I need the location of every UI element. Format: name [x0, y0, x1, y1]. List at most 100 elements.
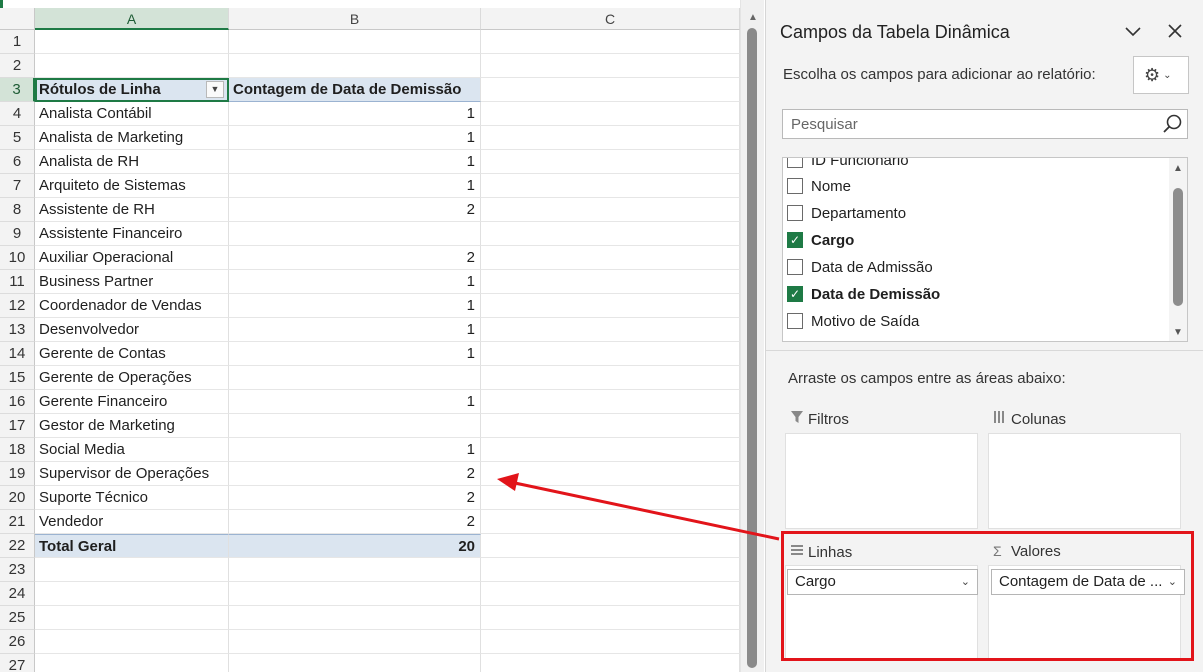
pivot-row-value[interactable]: 1	[229, 294, 481, 318]
columns-drop-area[interactable]	[988, 433, 1181, 529]
pivot-row-value[interactable]: 1	[229, 126, 481, 150]
pivot-row-value[interactable]: 1	[229, 438, 481, 462]
pivot-row-label[interactable]: Auxiliar Operacional	[35, 246, 229, 270]
scroll-up-icon[interactable]: ▲	[748, 12, 758, 23]
row-header[interactable]: 5	[0, 126, 35, 150]
field-checkbox-checked[interactable]: ✓	[787, 232, 803, 248]
pivot-row-label[interactable]: Analista de RH	[35, 150, 229, 174]
cell-a[interactable]	[35, 630, 229, 654]
pivot-row-label[interactable]: Vendedor	[35, 510, 229, 534]
tools-gear-button[interactable]: ⚙ ⌄	[1133, 56, 1189, 94]
cell-c[interactable]	[481, 438, 740, 462]
cell-c[interactable]	[481, 630, 740, 654]
cell-c[interactable]	[481, 102, 740, 126]
pivot-row-label[interactable]: Supervisor de Operações	[35, 462, 229, 486]
sheet-vertical-scrollbar[interactable]: ▲	[740, 0, 764, 672]
row-header[interactable]: 19	[0, 462, 35, 486]
scroll-down-icon[interactable]: ▼	[1173, 327, 1183, 338]
row-header[interactable]: 4	[0, 102, 35, 126]
pivot-row-label[interactable]: Social Media	[35, 438, 229, 462]
field-list-scrollbar[interactable]: ▲ ▼	[1169, 158, 1187, 341]
field-checkbox[interactable]	[787, 313, 803, 329]
row-header[interactable]: 23	[0, 558, 35, 582]
pivot-row-label[interactable]: Desenvolvedor	[35, 318, 229, 342]
cell-c[interactable]	[481, 198, 740, 222]
cell-c[interactable]	[481, 270, 740, 294]
cell-c[interactable]	[481, 486, 740, 510]
field-checkbox[interactable]	[787, 259, 803, 275]
cell-c[interactable]	[481, 654, 740, 672]
cell-c[interactable]	[481, 366, 740, 390]
pivot-row-value[interactable]: 1	[229, 150, 481, 174]
column-header-c[interactable]: C	[481, 8, 740, 30]
row-header[interactable]: 21	[0, 510, 35, 534]
pivot-total-label[interactable]: Total Geral	[35, 534, 229, 558]
search-icon[interactable]	[1162, 113, 1184, 135]
row-header[interactable]: 27	[0, 654, 35, 672]
filters-drop-area[interactable]	[785, 433, 978, 529]
cell-c[interactable]	[481, 150, 740, 174]
pivot-row-value[interactable]: 2	[229, 462, 481, 486]
row-header[interactable]: 9	[0, 222, 35, 246]
pivot-row-labels-header[interactable]: Rótulos de Linha ▼	[35, 78, 229, 102]
column-header-a[interactable]: A	[35, 8, 229, 30]
scrollbar-thumb[interactable]	[1173, 188, 1183, 306]
pivot-row-label[interactable]: Gestor de Marketing	[35, 414, 229, 438]
scrollbar-thumb[interactable]	[747, 28, 757, 668]
row-header[interactable]: 6	[0, 150, 35, 174]
cell-c[interactable]	[481, 342, 740, 366]
row-header[interactable]: 12	[0, 294, 35, 318]
row-header[interactable]: 11	[0, 270, 35, 294]
cell-c[interactable]	[481, 54, 740, 78]
cell-b[interactable]	[229, 54, 481, 78]
pivot-row-value[interactable]: 2	[229, 486, 481, 510]
row-header[interactable]: 8	[0, 198, 35, 222]
pivot-row-label[interactable]: Gerente de Contas	[35, 342, 229, 366]
select-all-corner[interactable]	[0, 8, 35, 30]
row-header[interactable]: 16	[0, 390, 35, 414]
search-input[interactable]	[782, 109, 1188, 139]
row-header[interactable]: 1	[0, 30, 35, 54]
pivot-row-value[interactable]: 1	[229, 342, 481, 366]
cell-c[interactable]	[481, 582, 740, 606]
cell-a[interactable]	[35, 582, 229, 606]
row-header[interactable]: 3	[0, 78, 35, 102]
cell-a[interactable]	[35, 54, 229, 78]
pivot-row-value[interactable]: 1	[229, 174, 481, 198]
cell-c[interactable]	[481, 510, 740, 534]
row-header[interactable]: 14	[0, 342, 35, 366]
row-header[interactable]: 13	[0, 318, 35, 342]
cell-c[interactable]	[481, 78, 740, 102]
row-header[interactable]: 10	[0, 246, 35, 270]
cell-c[interactable]	[481, 414, 740, 438]
pivot-row-value[interactable]	[229, 366, 481, 390]
scroll-up-icon[interactable]: ▲	[1173, 163, 1183, 174]
pivot-row-label[interactable]: Coordenador de Vendas	[35, 294, 229, 318]
cell-c[interactable]	[481, 318, 740, 342]
cell-a[interactable]	[35, 654, 229, 672]
row-header[interactable]: 15	[0, 366, 35, 390]
cell-b[interactable]	[229, 606, 481, 630]
pivot-row-value[interactable]: 2	[229, 198, 481, 222]
cell-c[interactable]	[481, 606, 740, 630]
pivot-row-value[interactable]: 1	[229, 102, 481, 126]
filter-dropdown-icon[interactable]: ▼	[206, 81, 224, 98]
row-header[interactable]: 7	[0, 174, 35, 198]
pivot-row-label[interactable]: Gerente de Operações	[35, 366, 229, 390]
row-header[interactable]: 26	[0, 630, 35, 654]
cell-a[interactable]	[35, 606, 229, 630]
pivot-row-label[interactable]: Business Partner	[35, 270, 229, 294]
cell-c[interactable]	[481, 558, 740, 582]
pivot-value-header[interactable]: Contagem de Data de Demissão	[229, 78, 481, 102]
pivot-row-value[interactable]: 2	[229, 246, 481, 270]
field-checkbox[interactable]	[787, 178, 803, 194]
cell-a[interactable]	[35, 558, 229, 582]
cell-c[interactable]	[481, 294, 740, 318]
row-header[interactable]: 25	[0, 606, 35, 630]
close-icon[interactable]	[1166, 20, 1184, 46]
cell-c[interactable]	[481, 126, 740, 150]
pivot-row-value[interactable]: 1	[229, 318, 481, 342]
pivot-row-label[interactable]: Gerente Financeiro	[35, 390, 229, 414]
spreadsheet[interactable]: A B C 1 2 3 Rótulos de Linha ▼ Contagem de Da…	[0, 0, 740, 672]
chevron-down-icon[interactable]	[1124, 22, 1142, 45]
